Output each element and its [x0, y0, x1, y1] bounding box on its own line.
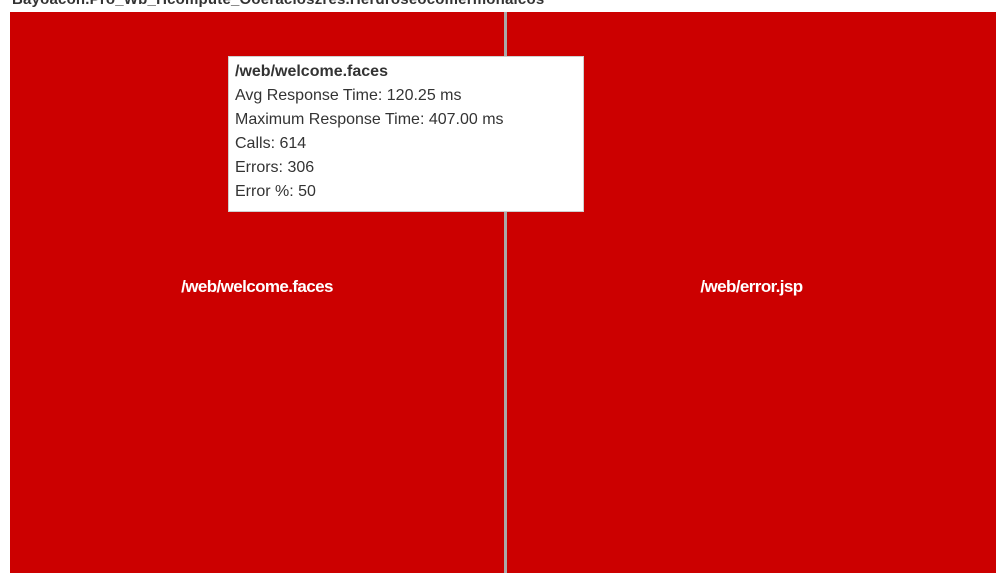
tooltip: /web/welcome.faces Avg Response Time: 12… — [228, 56, 584, 212]
tooltip-error-percent: Error %: 50 — [235, 183, 316, 200]
tooltip-calls: Calls: 614 — [235, 135, 307, 152]
tile-label-welcome-faces: /web/welcome.faces — [181, 276, 333, 296]
tile-label-error-jsp: /web/error.jsp — [700, 276, 803, 296]
tooltip-max-response: Maximum Response Time: 407.00 ms — [235, 111, 504, 128]
header-title: Bayoacon.Pro_Wb_Hcompute_Ooeracioszres.H… — [12, 0, 544, 8]
tooltip-avg-response: Avg Response Time: 120.25 ms — [235, 87, 462, 104]
tooltip-title: /web/welcome.faces — [235, 63, 388, 80]
page-header: Bayoacon.Pro_Wb_Hcompute_Ooeracioszres.H… — [0, 0, 999, 12]
tooltip-errors: Errors: 306 — [235, 159, 315, 176]
